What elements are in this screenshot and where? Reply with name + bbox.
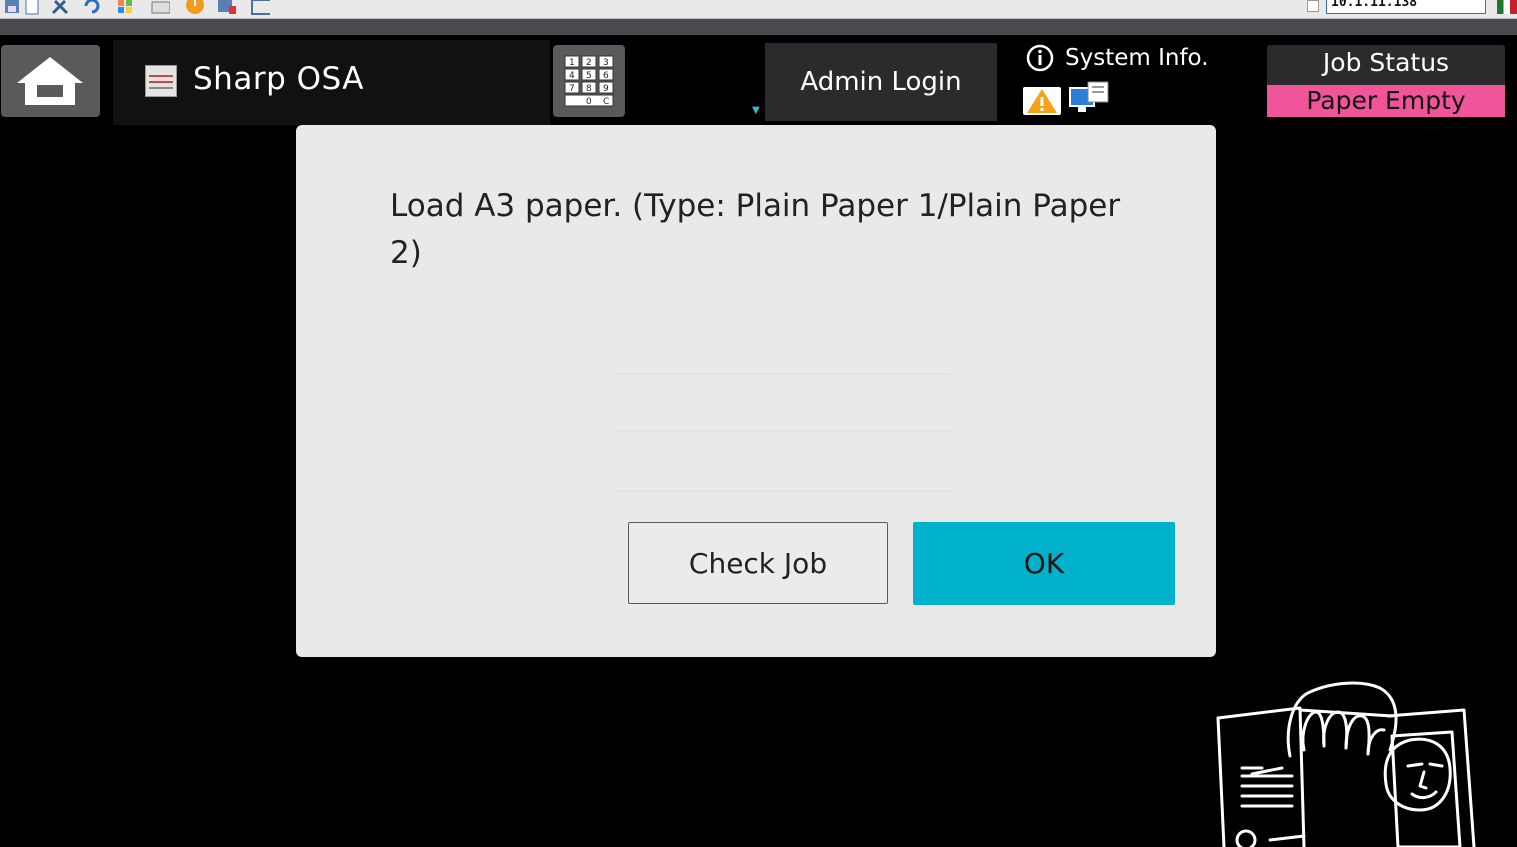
- svg-text:5: 5: [586, 71, 592, 81]
- disconnect-icon[interactable]: [216, 0, 236, 16]
- viewer-checkbox[interactable]: [1307, 0, 1319, 12]
- svg-text:C: C: [603, 97, 609, 107]
- svg-text:0: 0: [586, 97, 592, 107]
- ok-button[interactable]: OK: [913, 522, 1175, 605]
- top-bar: Sharp OSA 1 2 3 4 5 6 7 8 9 0 C ▼ Admin Login S…: [0, 35, 1517, 125]
- svg-text:7: 7: [569, 84, 575, 94]
- home-icon: [17, 57, 83, 105]
- info-icon: [1026, 44, 1054, 72]
- fullscreen-icon[interactable]: [250, 0, 270, 16]
- keyboard-icon[interactable]: [150, 0, 170, 16]
- svg-text:8: 8: [586, 84, 592, 94]
- viewer-toolbar: 10.1.11.138: [0, 0, 1517, 19]
- keypad-button[interactable]: 1 2 3 4 5 6 7 8 9 0 C: [553, 45, 625, 117]
- app-icon: [145, 65, 177, 97]
- ghost-divider: [616, 430, 951, 432]
- warning-icon[interactable]: [1023, 85, 1061, 117]
- mascot-illustration: [1216, 681, 1476, 847]
- app-title: Sharp OSA: [193, 61, 364, 97]
- svg-text:3: 3: [603, 58, 609, 68]
- ghost-divider: [616, 490, 951, 492]
- svg-text:4: 4: [569, 71, 575, 81]
- dropdown-arrow-icon: ▼: [752, 105, 760, 116]
- tools-icon[interactable]: [50, 0, 70, 16]
- ghost-divider: [616, 373, 951, 375]
- document-icon[interactable]: [22, 0, 42, 16]
- alert-icon[interactable]: [184, 0, 204, 16]
- admin-login-button[interactable]: Admin Login: [765, 43, 997, 121]
- divider: [0, 19, 1517, 35]
- svg-text:9: 9: [603, 84, 609, 94]
- svg-text:1: 1: [569, 58, 575, 68]
- job-status-label: Job Status: [1322, 48, 1450, 77]
- system-info-label: System Info.: [1065, 45, 1209, 71]
- svg-text:6: 6: [603, 71, 609, 81]
- paper-empty-dialog: Load A3 paper. (Type: Plain Paper 1/Plai…: [296, 125, 1216, 657]
- address-field[interactable]: 10.1.11.138: [1326, 0, 1486, 14]
- language-flag-icon: [1497, 0, 1517, 14]
- keypad-icon: 1 2 3 4 5 6 7 8 9 0 C: [564, 55, 614, 107]
- screen: 10.1.11.138 Sharp OSA 1 2 3 4 5 6 7 8 9 …: [0, 0, 1517, 847]
- network-icon[interactable]: [1068, 80, 1112, 116]
- status-badge: Paper Empty: [1267, 85, 1505, 117]
- refresh-icon[interactable]: [82, 0, 102, 16]
- job-status-button[interactable]: Job Status Paper Empty: [1267, 45, 1505, 117]
- windows-icon[interactable]: [115, 0, 135, 16]
- save-icon[interactable]: [2, 0, 22, 16]
- check-job-button[interactable]: Check Job: [628, 522, 888, 604]
- home-button[interactable]: [1, 45, 100, 117]
- dialog-message: Load A3 paper. (Type: Plain Paper 1/Plai…: [390, 188, 1121, 271]
- svg-text:2: 2: [586, 58, 592, 68]
